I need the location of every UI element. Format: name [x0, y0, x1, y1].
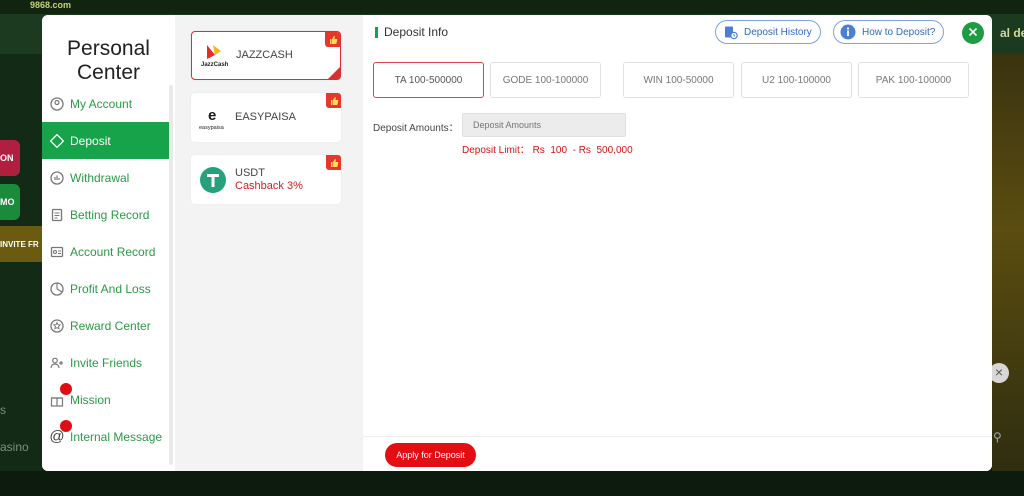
deposit-limit-text: Deposit Limit： Rs 100 - Rs 500,000 — [462, 145, 633, 156]
sidebar-item-reward-center[interactable]: Reward Center — [42, 307, 169, 344]
sidebar-item-label: Betting Record — [70, 207, 150, 222]
deposit-history-label: Deposit History — [744, 26, 812, 38]
sidebar-item-invite-friends[interactable]: Invite Friends — [42, 344, 169, 381]
method-card-easypaisa[interactable]: e easypaisa EASYPAISA — [191, 93, 341, 142]
sidebar-item-internal-message[interactable]: @ Internal Message — [42, 418, 169, 455]
sidebar-item-label: Invite Friends — [70, 355, 143, 370]
withdrawal-icon — [49, 170, 65, 186]
method-info: EASYPAISA — [235, 111, 296, 124]
deposit-info-label: Deposit Info — [384, 25, 449, 39]
selected-check-icon — [328, 67, 340, 79]
background-right-text: al dep — [1000, 26, 1024, 40]
info-icon — [840, 24, 856, 40]
easypaisa-logo: e easypaisa — [191, 93, 235, 142]
sidebar-item-mission[interactable]: Mission — [42, 381, 169, 418]
notification-dot — [60, 420, 72, 432]
sidebar-title: Personal Center — [67, 37, 150, 84]
deposit-history-button[interactable]: Deposit History — [715, 20, 821, 44]
background-side-text-2: asino — [0, 440, 29, 454]
method-cashback: Cashback 3% — [235, 179, 303, 192]
sidebar-item-label: Internal Message — [70, 429, 163, 444]
sidebar-item-betting-record[interactable]: Betting Record — [42, 196, 169, 233]
close-icon — [968, 24, 978, 42]
sidebar-item-label: Profit And Loss — [70, 281, 151, 296]
sidebar-item-withdrawal[interactable]: Withdrawal — [42, 159, 169, 196]
document-icon — [49, 207, 65, 223]
deposit-icon — [49, 133, 65, 149]
sidebar: Personal Center My Account Deposit Withd… — [42, 15, 175, 471]
sidebar-item-label: Account Record — [70, 244, 156, 259]
channel-option-u2[interactable]: U2 100-100000 — [741, 62, 852, 98]
method-name: USDT — [235, 166, 265, 179]
sidebar-item-account-record[interactable]: Account Record — [42, 233, 169, 270]
svg-text:e: e — [208, 107, 216, 124]
channel-option-gode[interactable]: GODE 100-100000 — [490, 62, 601, 98]
channel-option-pak[interactable]: PAK 100-100000 — [858, 62, 969, 98]
footer-divider — [363, 436, 992, 437]
method-name: JAZZCASH — [236, 49, 293, 61]
history-icon — [722, 24, 738, 40]
sidebar-item-label: Reward Center — [70, 318, 151, 333]
background-header: 9868.com — [0, 0, 1024, 14]
background-search-icon[interactable]: ⚲ — [993, 430, 1002, 444]
deposit-info-title: Deposit Info — [375, 25, 448, 39]
apply-for-deposit-button[interactable]: Apply for Deposit — [385, 443, 476, 467]
chart-icon — [49, 281, 65, 297]
sidebar-item-label: My Account — [70, 96, 133, 111]
thumbs-up-icon — [326, 155, 341, 170]
background-logo: 9868.com — [30, 0, 72, 10]
sidebar-item-label: Deposit — [70, 133, 111, 148]
user-icon — [49, 96, 65, 112]
payment-methods-panel: JazzCash JAZZCASH e easypaisa EASYPAISA U… — [175, 15, 363, 471]
background-sidebar — [0, 54, 42, 496]
sidebar-item-label: Withdrawal — [70, 170, 130, 185]
sidebar-item-profit-and-loss[interactable]: Profit And Loss — [42, 270, 169, 307]
reward-icon — [49, 318, 65, 334]
sidebar-item-label: Mission — [70, 392, 111, 407]
sidebar-item-deposit[interactable]: Deposit — [42, 122, 169, 159]
notification-dot — [60, 383, 72, 395]
deposit-amount-input[interactable] — [462, 113, 626, 137]
deposit-amount-label: Deposit Amounts： — [373, 123, 459, 134]
title-accent-bar — [375, 26, 378, 38]
channel-option-win[interactable]: WIN 100-50000 — [623, 62, 734, 98]
channel-option-ta[interactable]: TA 100-500000 — [373, 62, 484, 98]
background-side-text-1: s — [0, 403, 6, 417]
method-info: USDT Cashback 3% — [235, 167, 303, 193]
thumbs-up-icon — [325, 32, 340, 47]
background-tile-1: ON — [0, 140, 20, 176]
method-name: EASYPAISA — [235, 111, 296, 123]
method-info: JAZZCASH — [236, 49, 293, 62]
method-card-jazzcash[interactable]: JazzCash JAZZCASH — [191, 31, 341, 80]
svg-text:easypaisa: easypaisa — [199, 125, 225, 131]
svg-text:JazzCash: JazzCash — [201, 62, 229, 68]
sidebar-item-my-account[interactable]: My Account — [42, 85, 169, 122]
deposit-content: Deposit Info Deposit History How to Depo… — [363, 15, 992, 471]
thumbs-up-icon — [326, 93, 341, 108]
how-to-deposit-label: How to Deposit? — [862, 26, 936, 38]
background-tile-2: MO — [0, 184, 20, 220]
invite-icon — [49, 355, 65, 371]
close-button[interactable] — [962, 22, 984, 44]
how-to-deposit-button[interactable]: How to Deposit? — [833, 20, 945, 44]
sidebar-scrollbar[interactable] — [169, 85, 173, 465]
usdt-logo — [191, 155, 235, 204]
jazzcash-logo: JazzCash — [192, 31, 236, 80]
record-icon — [49, 244, 65, 260]
personal-center-modal: Personal Center My Account Deposit Withd… — [42, 15, 992, 471]
background-footer — [0, 471, 1024, 496]
method-card-usdt[interactable]: USDT Cashback 3% — [191, 155, 341, 204]
background-close-icon[interactable]: × — [989, 363, 1009, 383]
background-invite-banner: INVITE FR — [0, 226, 42, 262]
